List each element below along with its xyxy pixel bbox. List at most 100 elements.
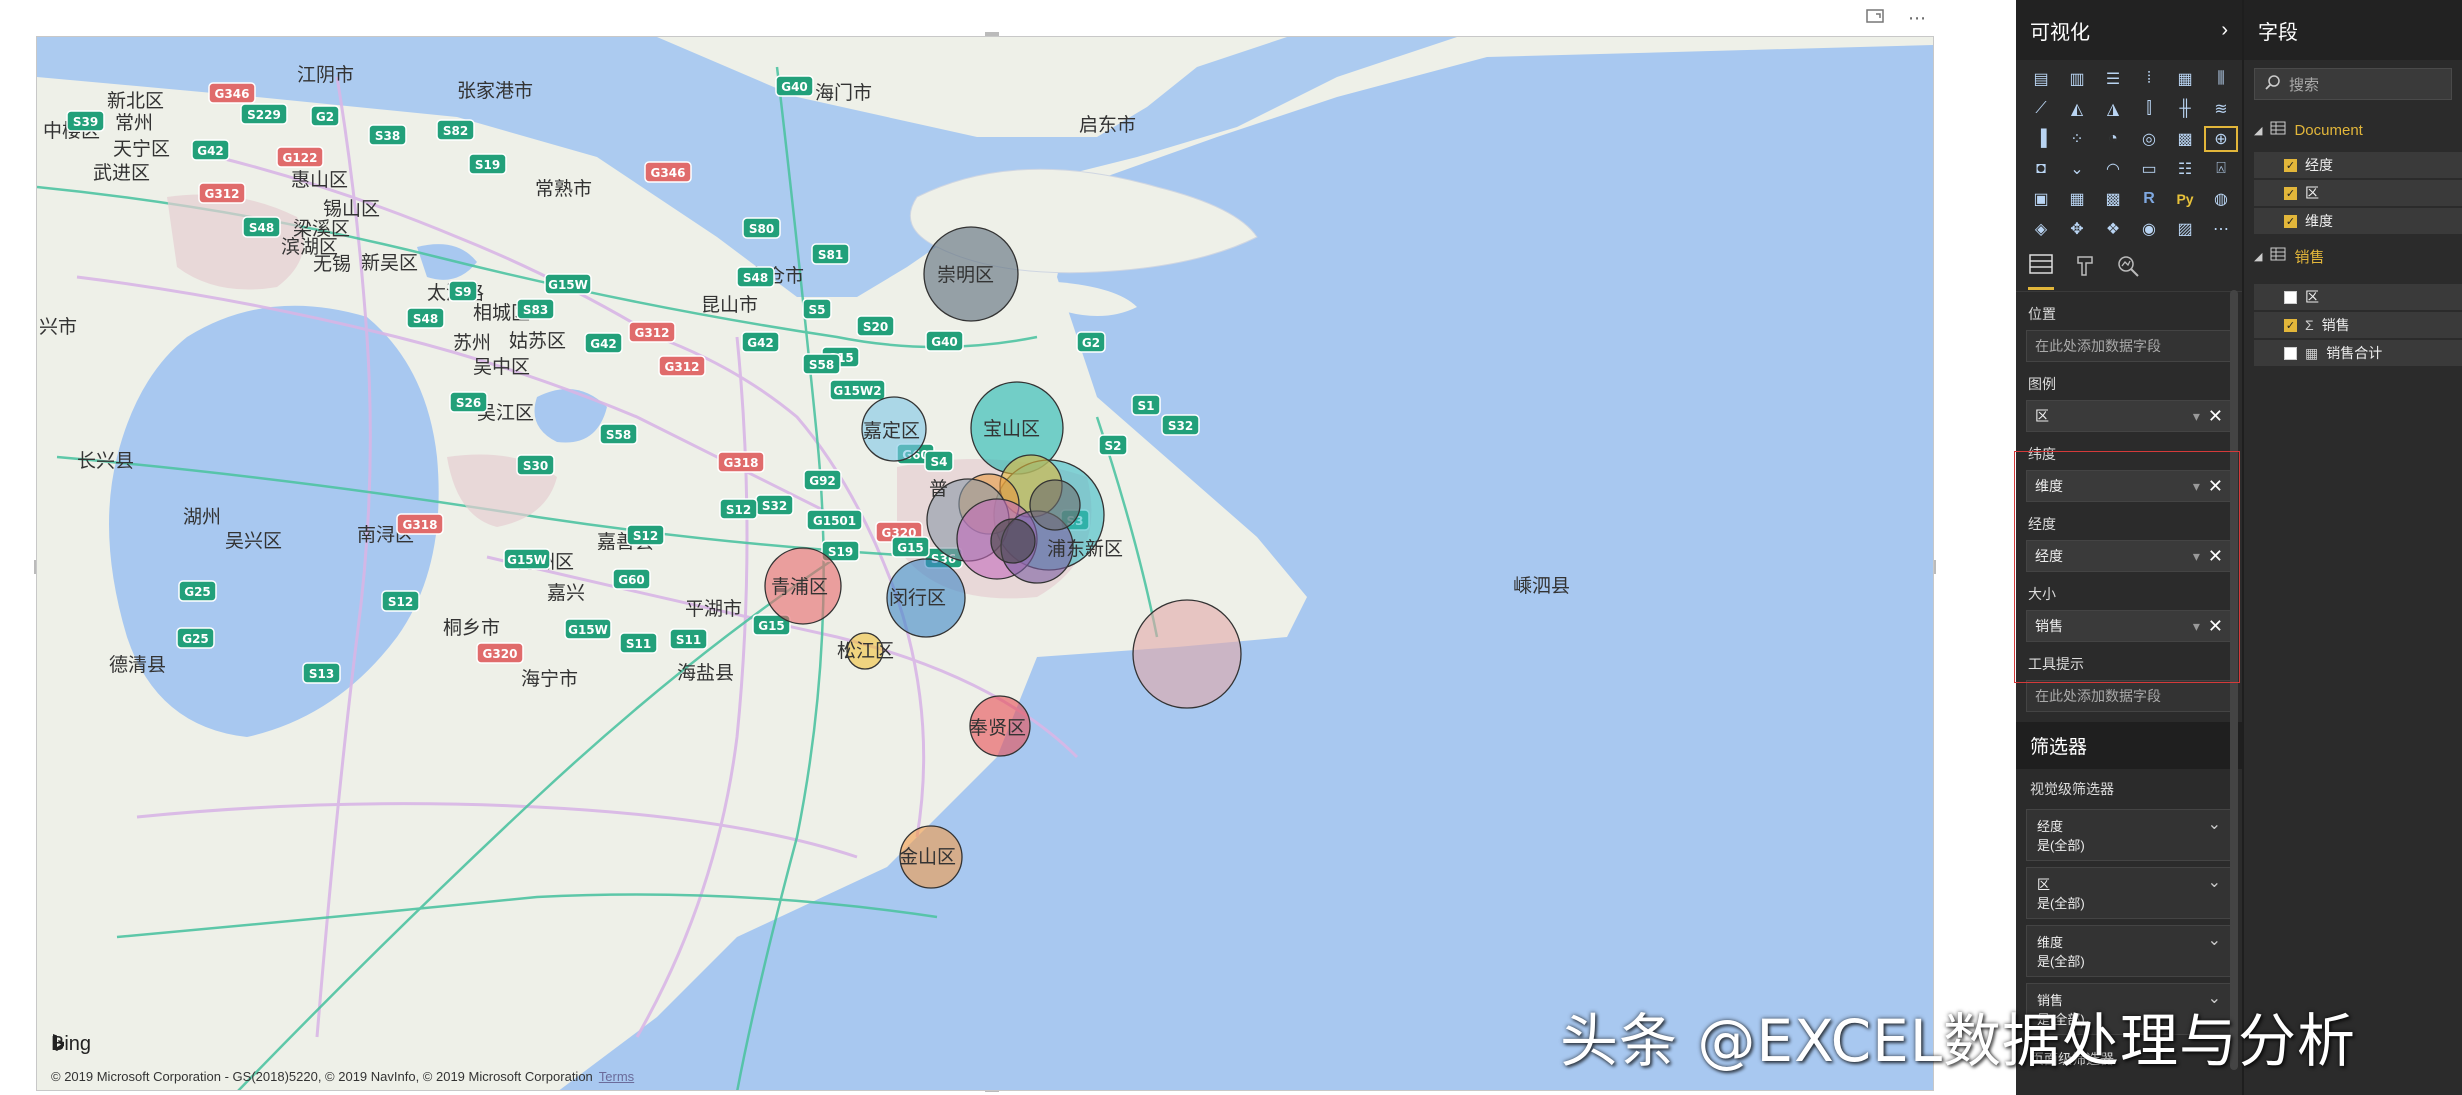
watermark-text: 头条 @EXCEL数据处理与分析 — [1560, 1007, 2357, 1075]
field-item[interactable]: 区 — [2254, 284, 2462, 310]
map-icon[interactable]: ⊕ — [2204, 126, 2238, 152]
checkbox-checked-icon[interactable]: ✓ — [2284, 318, 2297, 332]
shape-map-icon[interactable]: ▨ — [2170, 218, 2200, 240]
kpi-icon[interactable]: ⍓ — [2206, 158, 2236, 180]
map-visual[interactable]: 江阴市张家港市海门市启东市新北区常州中楼区天宁区武进区惠山区锡山区常熟市梁溪区滨… — [36, 36, 1934, 1091]
clustered-bar-icon[interactable]: ☰ — [2098, 68, 2128, 90]
visualizations-title: 可视化 — [2030, 21, 2090, 44]
visualizations-header: 可视化 › — [2016, 0, 2242, 60]
expand-icon[interactable]: ◢ — [2254, 250, 2262, 263]
district-bubble[interactable]: 南汇 — [1132, 599, 1242, 709]
svg-text:G2: G2 — [1082, 336, 1100, 350]
field-item[interactable]: ✓ 维度 — [2254, 208, 2462, 234]
field-item[interactable]: ▦ 销售合计 — [2254, 340, 2462, 366]
multirow-card-icon[interactable]: ☷ — [2170, 158, 2200, 180]
pie-chart-icon[interactable]: ◔ — [2098, 128, 2128, 150]
remove-icon[interactable]: ✕ — [2208, 406, 2223, 427]
stacked-bar-icon[interactable]: ▤ — [2026, 68, 2056, 90]
filter-card-longitude[interactable]: 经度 是(全部) ⌄ — [2026, 809, 2232, 861]
more-options-icon[interactable]: ⋯ — [1908, 8, 1926, 29]
fields-tab[interactable] — [2028, 253, 2054, 290]
focus-mode-icon[interactable] — [1866, 8, 1884, 29]
scatter-icon[interactable]: ⁘ — [2062, 128, 2092, 150]
road-shield-icon: S26 — [449, 391, 488, 413]
road-shield-icon: G2 — [310, 105, 340, 127]
100pct-bar-icon[interactable]: ▦ — [2170, 68, 2200, 90]
r-visual-icon[interactable]: R — [2134, 188, 2164, 210]
python-visual-icon[interactable]: Py — [2170, 188, 2200, 210]
field-item[interactable]: ✓ 经度 — [2254, 152, 2462, 178]
line-column-icon[interactable]: ⫿ — [2134, 98, 2164, 120]
treemap-icon[interactable]: ▩ — [2170, 128, 2200, 150]
svg-text:S82: S82 — [443, 124, 468, 138]
filter-card-district[interactable]: 区 是(全部) ⌄ — [2026, 867, 2232, 919]
terms-link[interactable]: Terms — [599, 1069, 634, 1084]
svg-text:S48: S48 — [413, 312, 438, 326]
qa-icon[interactable]: ◉ — [2134, 218, 2164, 240]
table-sales[interactable]: ◢ 销售 — [2244, 242, 2462, 270]
legend-well[interactable]: 区 ▾ ✕ — [2026, 400, 2232, 432]
road-shield-icon: S4 — [924, 450, 954, 472]
line-clustered-icon[interactable]: ╫ — [2170, 98, 2200, 120]
slicer-icon[interactable]: ▣ — [2026, 188, 2056, 210]
clustered-column-icon[interactable]: ⦙ — [2134, 68, 2164, 90]
checkbox-checked-icon[interactable]: ✓ — [2284, 158, 2297, 172]
expand-icon[interactable]: ◢ — [2254, 124, 2262, 137]
place-label: 吴兴区 — [225, 530, 282, 552]
waterfall-icon[interactable]: ▐ — [2026, 128, 2056, 150]
filled-map-icon[interactable]: ◘ — [2026, 158, 2056, 180]
location-well[interactable]: 在此处添加数据字段 — [2026, 330, 2232, 362]
district-bubble[interactable]: 虹口区 — [990, 518, 1036, 564]
svg-text:G15W2: G15W2 — [833, 384, 881, 398]
line-chart-icon[interactable]: ⟋ — [2026, 98, 2056, 120]
card-icon[interactable]: ▭ — [2134, 158, 2164, 180]
district-bubble[interactable]: 杨浦区 — [1029, 479, 1081, 531]
road-shield-icon: G25 — [178, 580, 217, 602]
format-tab[interactable] — [2074, 254, 2096, 290]
ribbon-chart-icon[interactable]: ≋ — [2206, 98, 2236, 120]
fields-title: 字段 — [2258, 21, 2298, 44]
analytics-tab[interactable] — [2116, 254, 2140, 290]
checkbox-unchecked-icon[interactable] — [2284, 290, 2297, 304]
gauge-icon[interactable]: ◠ — [2098, 158, 2128, 180]
filter-card-latitude[interactable]: 维度 是(全部) ⌄ — [2026, 925, 2232, 977]
road-shield-icon: G312 — [628, 321, 676, 343]
chevron-down-icon[interactable]: ⌄ — [2208, 872, 2221, 892]
fields-search-input[interactable]: 搜索 — [2254, 68, 2452, 100]
stacked-column-icon[interactable]: ▥ — [2062, 68, 2092, 90]
chevron-down-icon[interactable]: ⌄ — [2208, 814, 2221, 834]
stacked-area-icon[interactable]: ◮ — [2098, 98, 2128, 120]
field-item[interactable]: ✓ Σ 销售 — [2254, 312, 2462, 338]
field-name: 区 — [2305, 289, 2319, 305]
decomposition-icon[interactable]: ❖ — [2098, 218, 2128, 240]
100pct-column-icon[interactable]: ⫼ — [2206, 68, 2236, 90]
checkbox-checked-icon[interactable]: ✓ — [2284, 186, 2297, 200]
matrix-icon[interactable]: ▩ — [2098, 188, 2128, 210]
bubble-label: 嘉定区 — [863, 420, 920, 442]
road-shield-icon: G122 — [276, 146, 324, 168]
svg-text:G40: G40 — [931, 335, 958, 349]
key-influencers-icon[interactable]: ✥ — [2062, 218, 2092, 240]
funnel-icon[interactable]: ⌄ — [2062, 158, 2092, 180]
table-document[interactable]: ◢ Document — [2244, 116, 2462, 144]
chevron-right-icon[interactable]: › — [2221, 19, 2228, 42]
road-shield-icon: G346 — [208, 82, 256, 104]
arcgis-icon[interactable]: ◈ — [2026, 218, 2056, 240]
table-icon[interactable]: ▦ — [2062, 188, 2092, 210]
tooltips-well[interactable]: 在此处添加数据字段 — [2026, 680, 2232, 712]
area-chart-icon[interactable]: ◭ — [2062, 98, 2092, 120]
chevron-down-icon[interactable]: ▾ — [2193, 408, 2200, 425]
checkbox-checked-icon[interactable]: ✓ — [2284, 214, 2297, 228]
road-shield-icon: S5 — [802, 298, 832, 320]
globe-map-icon[interactable]: ◍ — [2206, 188, 2236, 210]
chevron-down-icon[interactable]: ⌄ — [2208, 930, 2221, 950]
road-shield-icon: G40 — [925, 330, 964, 352]
field-item[interactable]: ✓ 区 — [2254, 180, 2462, 206]
checkbox-unchecked-icon[interactable] — [2284, 346, 2297, 360]
svg-text:S48: S48 — [743, 271, 768, 285]
more-visuals-icon[interactable]: ⋯ — [2206, 218, 2236, 240]
road-shield-icon: S32 — [1161, 414, 1200, 436]
donut-icon[interactable]: ◎ — [2134, 128, 2164, 150]
place-label: 长兴县 — [77, 450, 134, 472]
svg-text:G15W: G15W — [507, 553, 547, 567]
